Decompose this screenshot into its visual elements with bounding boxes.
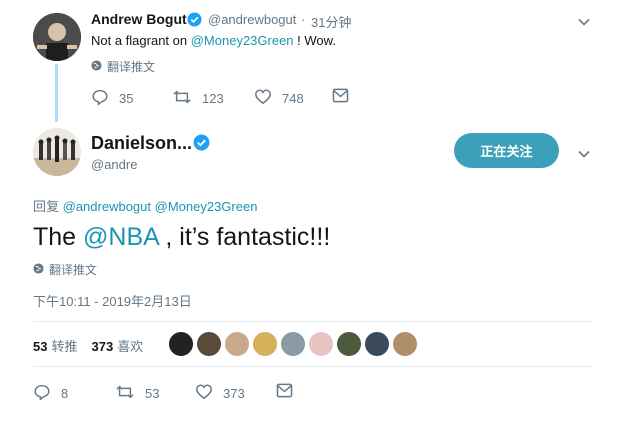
- mention-link[interactable]: @NBA: [83, 223, 158, 251]
- retweet-count: 53: [145, 386, 160, 401]
- separator-dot: ·: [301, 12, 306, 27]
- tweet-text-part: Not a flagrant on: [91, 33, 191, 48]
- globe-icon: [91, 59, 102, 74]
- retweets-label: 转推: [51, 339, 78, 354]
- tweet-text-part: ! Wow.: [293, 33, 336, 48]
- divider: [33, 366, 593, 367]
- liker-avatar[interactable]: [224, 331, 250, 357]
- reply-icon: [91, 88, 109, 109]
- retweet-icon: [115, 383, 135, 404]
- main-author-handle[interactable]: @andre: [91, 157, 137, 172]
- retweet-icon: [172, 88, 192, 109]
- parent-avatar[interactable]: [33, 13, 81, 61]
- liker-avatar[interactable]: [280, 331, 306, 357]
- mention-link[interactable]: @andrewbogut: [63, 199, 151, 214]
- retweet-button[interactable]: 123: [172, 88, 224, 109]
- liker-avatar[interactable]: [196, 331, 222, 357]
- like-icon: [195, 383, 213, 403]
- reply-button[interactable]: 35: [91, 88, 133, 109]
- liker-avatar[interactable]: [168, 331, 194, 357]
- main-avatar[interactable]: [33, 128, 81, 176]
- liker-avatars: [168, 331, 418, 357]
- divider: [33, 321, 593, 322]
- like-icon: [254, 88, 272, 108]
- parent-timestamp[interactable]: 31分钟: [311, 12, 351, 31]
- like-button[interactable]: 748: [254, 88, 304, 108]
- replying-to-label: 回复: [33, 199, 63, 214]
- verified-badge-icon: [193, 134, 210, 156]
- following-button[interactable]: 正在关注: [454, 133, 559, 168]
- reply-count: 35: [119, 91, 134, 106]
- parent-tweet-text: Not a flagrant on @Money23Green ! Wow.: [91, 33, 336, 48]
- translate-tweet-link[interactable]: 翻译推文: [33, 261, 97, 278]
- chevron-down-icon[interactable]: [576, 146, 592, 167]
- likes-stat[interactable]: 373 喜欢: [91, 336, 143, 355]
- main-author-name[interactable]: Danielson...: [91, 133, 192, 154]
- mention-link[interactable]: @Money23Green: [191, 33, 294, 48]
- mention-link[interactable]: @Money23Green: [155, 199, 258, 214]
- replying-to: 回复 @andrewbogut @Money23Green: [33, 196, 257, 215]
- tweet-text-part: , it’s fantastic!!!: [158, 223, 331, 251]
- direct-message-icon: [332, 88, 349, 106]
- like-count: 373: [223, 385, 245, 401]
- retweet-count: 123: [202, 91, 224, 106]
- liker-avatar[interactable]: [364, 331, 390, 357]
- verified-badge-icon: [187, 12, 202, 32]
- liker-avatar[interactable]: [308, 331, 334, 357]
- tweet-timestamp[interactable]: 下午10:11 - 2019年2月13日: [33, 291, 192, 310]
- translate-tweet-link[interactable]: 翻译推文: [91, 58, 155, 75]
- direct-message-button[interactable]: [332, 88, 349, 106]
- retweets-count: 53: [33, 339, 48, 354]
- parent-author-name[interactable]: Andrew Bogut: [91, 11, 187, 27]
- liker-avatar[interactable]: [392, 331, 418, 357]
- reply-count: 8: [61, 386, 69, 401]
- parent-author-handle[interactable]: @andrewbogut: [208, 12, 296, 27]
- reply-button[interactable]: 8: [33, 383, 68, 404]
- tweet-stats: 53 转推 373 喜欢: [33, 336, 143, 355]
- retweets-stat[interactable]: 53 转推: [33, 336, 77, 355]
- retweet-button[interactable]: 53: [115, 383, 159, 404]
- thread-line: [55, 64, 58, 122]
- likes-count: 373: [91, 339, 114, 354]
- like-count: 748: [282, 90, 304, 106]
- likes-label: 喜欢: [117, 339, 144, 354]
- direct-message-icon: [276, 383, 293, 401]
- main-tweet-text: The @NBA , it’s fantastic!!!: [33, 223, 330, 252]
- globe-icon: [33, 262, 44, 277]
- direct-message-button[interactable]: [276, 383, 293, 401]
- liker-avatar[interactable]: [336, 331, 362, 357]
- like-button[interactable]: 373: [195, 383, 245, 403]
- tweet-text-part: The: [33, 223, 84, 251]
- liker-avatar[interactable]: [252, 331, 278, 357]
- reply-icon: [33, 383, 51, 404]
- translate-label: 翻译推文: [107, 60, 156, 74]
- chevron-down-icon[interactable]: [576, 14, 592, 35]
- translate-label: 翻译推文: [49, 263, 98, 277]
